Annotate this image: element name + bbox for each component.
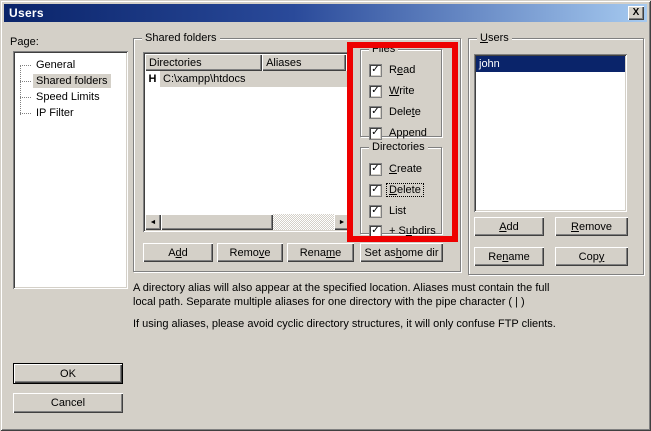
sidebar-item-ip-filter[interactable]: IP Filter bbox=[16, 105, 125, 121]
add-directory-button[interactable]: Add bbox=[143, 243, 213, 262]
title-bar[interactable]: Users bbox=[4, 4, 647, 22]
set-as-home-dir-button[interactable]: Set as home dir bbox=[360, 243, 443, 262]
directories-list: Directories Aliases H C:\xampp\htdocs ◄ … bbox=[143, 52, 352, 232]
users-dialog: Users X Page: General Shared folders Spe… bbox=[0, 0, 651, 431]
horizontal-scrollbar: ◄ ► bbox=[145, 214, 350, 230]
directory-path: C:\xampp\htdocs bbox=[160, 71, 350, 87]
directory-row[interactable]: H C:\xampp\htdocs bbox=[145, 71, 350, 87]
sidebar-item-shared-folders[interactable]: Shared folders bbox=[16, 73, 125, 89]
users-list: john bbox=[474, 54, 627, 212]
sidebar-item-general[interactable]: General bbox=[16, 57, 125, 73]
shared-folders-group-label: Shared folders bbox=[142, 32, 220, 45]
scroll-left-button[interactable]: ◄ bbox=[145, 214, 161, 230]
tree-branch-icon bbox=[20, 81, 31, 82]
page-tree: General Shared folders Speed Limits IP F… bbox=[13, 51, 128, 289]
tree-branch-icon bbox=[20, 113, 31, 114]
user-list-item[interactable]: john bbox=[476, 56, 625, 72]
rename-user-button[interactable]: Rename bbox=[474, 247, 544, 266]
cancel-button[interactable]: Cancel bbox=[13, 393, 123, 413]
directories-list-body: H C:\xampp\htdocs bbox=[145, 71, 350, 214]
column-header-directories[interactable]: Directories bbox=[145, 54, 262, 71]
annotation-red-box bbox=[347, 42, 458, 242]
scrollbar-track[interactable] bbox=[273, 214, 334, 230]
directories-list-header: Directories Aliases bbox=[145, 54, 350, 71]
remove-directory-button[interactable]: Remove bbox=[217, 243, 283, 262]
window-title: Users bbox=[4, 6, 44, 20]
users-group-label: Users bbox=[477, 32, 512, 45]
arrow-right-icon: ► bbox=[339, 219, 346, 226]
remove-user-button[interactable]: Remove bbox=[555, 217, 628, 236]
add-user-button[interactable]: Add bbox=[474, 217, 544, 236]
home-dir-marker: H bbox=[145, 73, 160, 85]
arrow-left-icon: ◄ bbox=[150, 219, 157, 226]
page-label: Page: bbox=[10, 36, 39, 48]
alias-help-paragraph-2: If using aliases, please avoid cyclic di… bbox=[133, 317, 557, 331]
copy-user-button[interactable]: Copy bbox=[555, 247, 628, 266]
sidebar-item-speed-limits[interactable]: Speed Limits bbox=[16, 89, 125, 105]
alias-help-paragraph-1: A directory alias will also appear at th… bbox=[133, 281, 557, 309]
scrollbar-thumb[interactable] bbox=[161, 214, 273, 230]
tree-branch-icon bbox=[20, 97, 31, 98]
column-header-aliases[interactable]: Aliases bbox=[262, 54, 346, 71]
close-button[interactable]: X bbox=[628, 6, 644, 20]
close-icon: X bbox=[633, 8, 640, 18]
tree-branch-icon bbox=[20, 65, 31, 66]
ok-button[interactable]: OK bbox=[13, 363, 123, 384]
alias-help-text: A directory alias will also appear at th… bbox=[133, 281, 557, 331]
rename-directory-button[interactable]: Rename bbox=[287, 243, 354, 262]
